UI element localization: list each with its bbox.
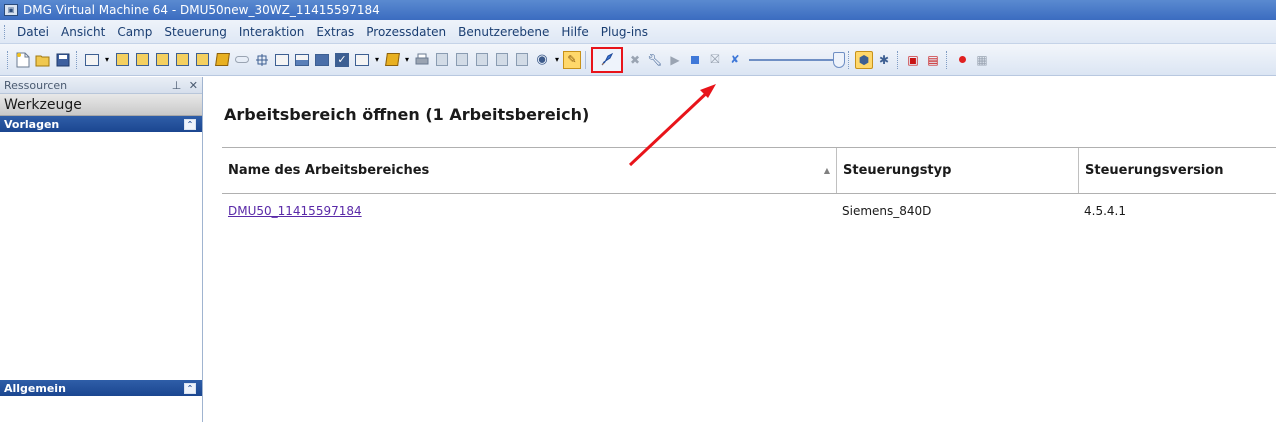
flag-icon-5[interactable] [513,51,531,69]
menu-plugins[interactable]: Plug-ins [595,25,654,39]
flag-icon-4[interactable] [493,51,511,69]
menu-grip [4,24,7,39]
view-cube-icon[interactable] [113,51,131,69]
group-allgemein-label: Allgemein [4,381,66,395]
sort-ascending-icon: ▲ [823,166,830,175]
menu-interaktion[interactable]: Interaktion [233,25,310,39]
table-header: Name des Arbeitsbereiches ▲ Steuerungsty… [222,147,1276,194]
display-settings-icon[interactable] [353,51,371,69]
window-bottom-icon[interactable] [293,51,311,69]
app-icon: ▣ [4,4,18,16]
printer-icon[interactable] [413,51,431,69]
cylinder-icon[interactable] [233,51,251,69]
dropdown-arrow-icon-3[interactable]: ▾ [403,51,411,69]
main-content: Arbeitsbereich öffnen (1 Arbeitsbereich)… [204,77,1276,422]
save-icon[interactable] [54,51,72,69]
group-allgemein[interactable]: Allgemein ⌃ [0,380,202,396]
menu-extras[interactable]: Extras [310,25,360,39]
stop-x-icon[interactable]: ✖ [626,51,644,69]
slider-thumb[interactable] [833,51,845,68]
group-vorlagen-label: Vorlagen [4,117,60,131]
collapse-icon-2[interactable]: ⌃ [184,382,196,394]
collapse-icon[interactable]: ⌃ [184,118,196,130]
page-title: Arbeitsbereich öffnen (1 Arbeitsbereich) [224,105,590,124]
toolbar-grip-3 [848,50,851,69]
column-header-control-type[interactable]: Steuerungstyp [836,148,1078,193]
column-header-name[interactable]: Name des Arbeitsbereiches ▲ [222,148,836,193]
menu-camp[interactable]: Camp [111,25,158,39]
axis-icon[interactable] [253,51,271,69]
settings-star-icon[interactable]: ✱ [875,51,893,69]
title-bar: ▣ DMG Virtual Machine 64 - DMU50new_30WZ… [0,0,1276,20]
window-full-icon[interactable] [313,51,331,69]
new-file-icon[interactable] [14,51,32,69]
workspace-link[interactable]: DMU50_11415597184 [228,204,362,218]
pencil-icon[interactable]: ✎ [563,50,581,69]
speed-slider[interactable] [749,51,845,68]
reset-icon[interactable]: ⛝ [706,51,724,69]
dropdown-arrow-icon[interactable]: ▾ [103,51,111,69]
menu-steuerung[interactable]: Steuerung [158,25,232,39]
group-vorlagen[interactable]: Vorlagen ⌃ [0,116,202,132]
view-cube-solid-icon[interactable] [213,51,231,69]
fit-view-icon[interactable] [83,51,101,69]
remove-icon[interactable]: ✘ [726,51,744,69]
package-export-icon[interactable]: ▤ [924,51,942,69]
workspace-table: Name des Arbeitsbereiches ▲ Steuerungsty… [222,147,1276,228]
view-cube-iso-icon[interactable] [193,51,211,69]
hide-eye-icon[interactable]: ◉ [533,51,551,69]
wrench-icon[interactable]: 🔧︎ [646,51,664,69]
menu-datei[interactable]: Datei [11,25,55,39]
toolbar-grip [7,50,10,69]
start-rocket-button[interactable] [591,46,623,73]
open-folder-icon[interactable] [34,51,52,69]
toolbar-grip-5 [946,50,949,69]
tab-werkzeuge[interactable]: Werkzeuge [0,94,202,116]
resources-panel-header: Ressourcen ⊥ ✕ [0,77,202,94]
view-cube-side-icon[interactable] [153,51,171,69]
window-empty-icon[interactable] [273,51,291,69]
toolbar-separator [585,50,586,69]
control-version-cell: 4.5.4.1 [1084,204,1126,218]
menu-hilfe[interactable]: Hilfe [555,25,594,39]
view-cube-front-icon[interactable] [133,51,151,69]
flag-icon-3[interactable] [473,51,491,69]
menu-ansicht[interactable]: Ansicht [55,25,111,39]
resources-title: Ressourcen [4,78,68,92]
resources-panel: Ressourcen ⊥ ✕ Werkzeuge Vorlagen ⌃ Allg… [0,77,203,422]
rocket-icon [601,52,614,65]
material-cube-icon[interactable] [383,51,401,69]
flag-icon-2[interactable] [453,51,471,69]
record-icon[interactable] [953,51,971,69]
checkbox-icon[interactable]: ✓ [333,51,351,69]
pin-icon[interactable]: ⊥ [172,79,182,92]
control-type-cell: Siemens_840D [842,204,932,218]
flag-icon-1[interactable] [433,51,451,69]
stop-square-icon[interactable] [686,51,704,69]
window-title: DMG Virtual Machine 64 - DMU50new_30WZ_1… [23,3,380,17]
toolbar-grip-4 [897,50,900,69]
view-cube-top-icon[interactable] [173,51,191,69]
dropdown-arrow-icon-2[interactable]: ▾ [373,51,381,69]
machine-view-icon[interactable]: ⬢ [855,50,873,69]
dropdown-arrow-icon-4[interactable]: ▾ [553,51,561,69]
toolbar: ▾ ✓ ▾ ▾ ◉ ▾ ✎ ✖ 🔧︎ ▶ ⛝ ✘ ⬢ ✱ ▣ ▤ ▦ [0,44,1276,76]
package-icon[interactable]: ▣ [904,51,922,69]
close-icon[interactable]: ✕ [189,79,198,92]
menu-benutzerebene[interactable]: Benutzerebene [452,25,555,39]
menu-prozessdaten[interactable]: Prozessdaten [360,25,452,39]
play-icon[interactable]: ▶ [666,51,684,69]
stop-record-icon[interactable]: ▦ [973,51,991,69]
toolbar-grip-2 [76,50,79,69]
table-row: DMU50_11415597184 Siemens_840D 4.5.4.1 [222,194,1276,228]
column-header-control-version[interactable]: Steuerungsversion [1078,148,1276,193]
menu-bar: Datei Ansicht Camp Steuerung Interaktion… [0,20,1276,44]
